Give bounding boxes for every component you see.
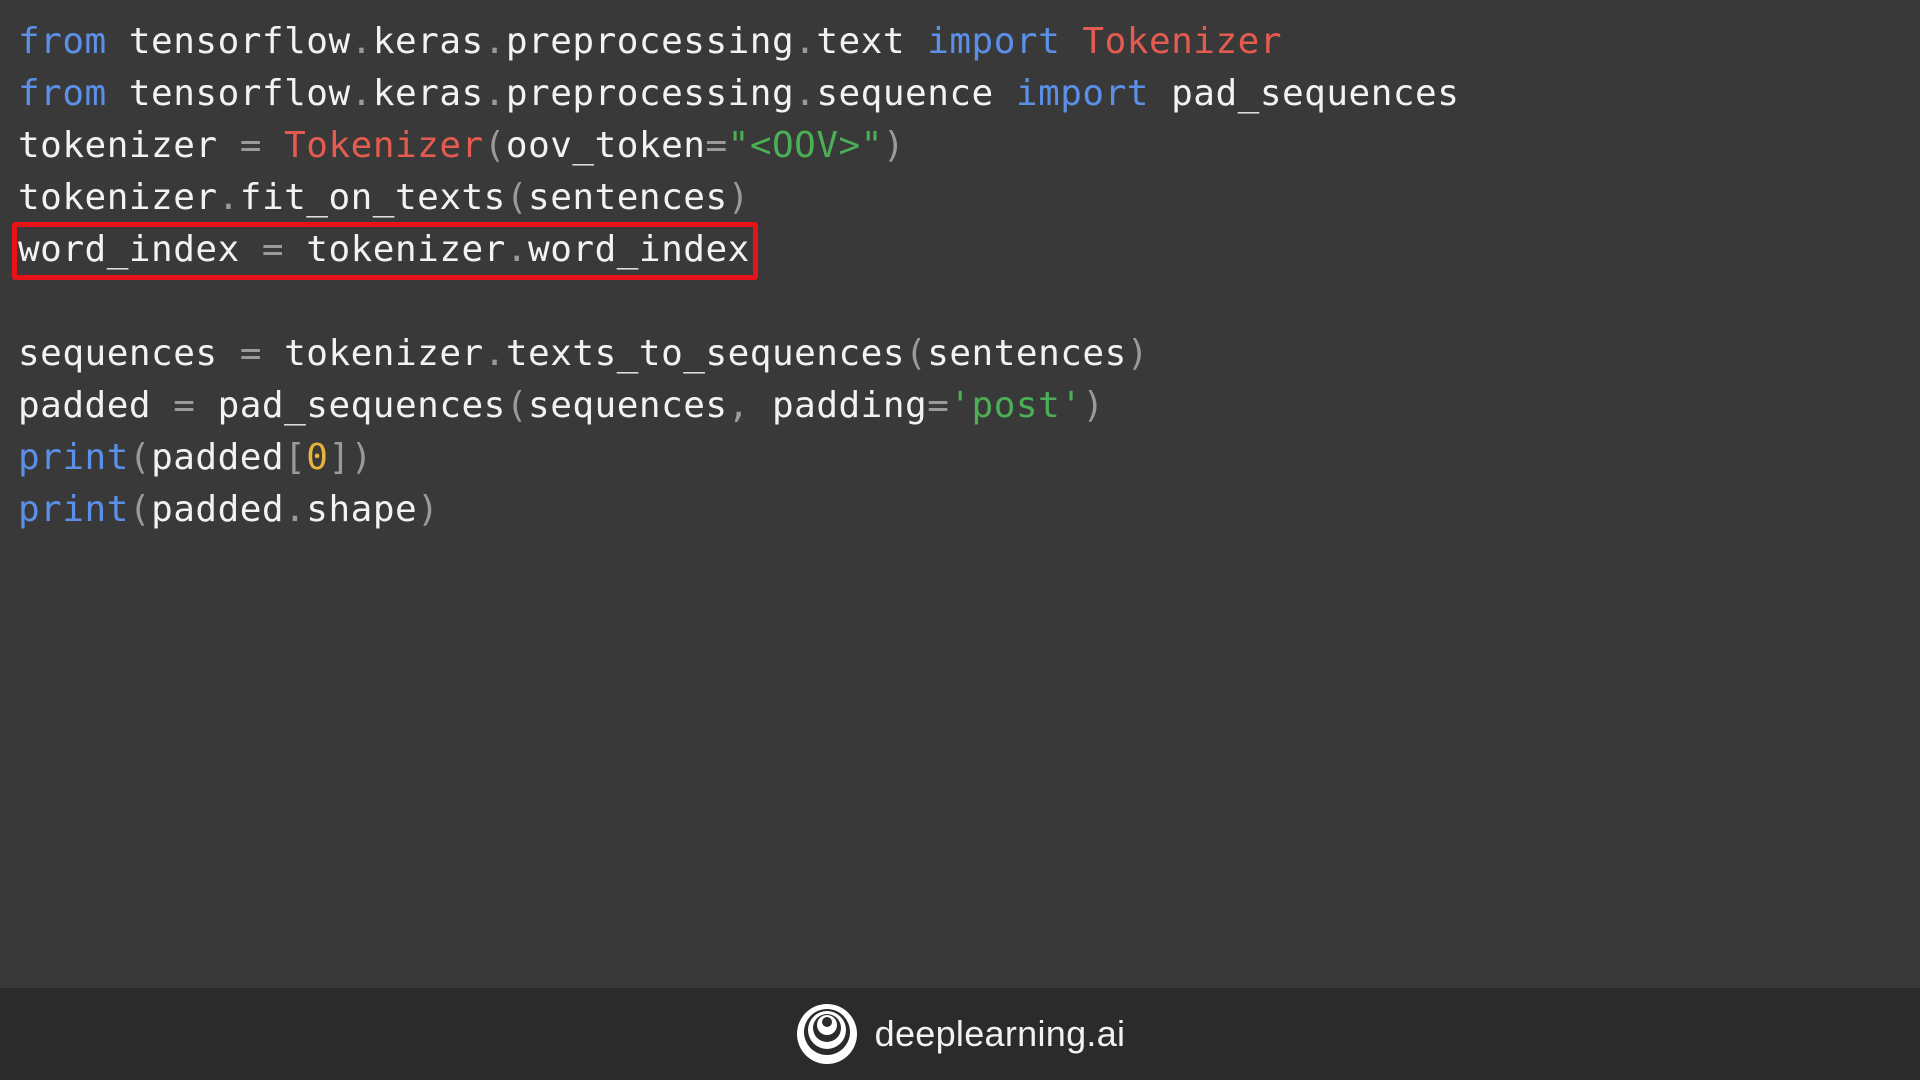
code-token-default: tokenizer <box>261 333 484 374</box>
code-line: print(padded[0]) <box>18 432 1898 484</box>
code-token-default: tensorflow <box>106 21 351 62</box>
code-token-punct: . <box>794 21 817 62</box>
code-token-keyword: print <box>18 437 129 478</box>
code-token-class: Tokenizer <box>284 125 484 166</box>
code-token-string: "<OOV>" <box>727 125 883 166</box>
code-token-keyword: import <box>1015 73 1149 114</box>
code-token-default: padded <box>18 385 174 426</box>
code-token-default: padded <box>151 489 285 530</box>
code-token-punct: ( <box>505 177 529 218</box>
code-token-punct: . <box>350 21 373 62</box>
code-token-default <box>262 125 284 166</box>
code-token-punct: ( <box>128 489 152 530</box>
code-token-punct: ) <box>1126 333 1149 374</box>
code-token-keyword: import <box>927 21 1061 62</box>
code-line: from tensorflow.keras.preprocessing.text… <box>18 16 1898 68</box>
code-token-default: texts_to_sequences <box>505 333 906 374</box>
code-token-keyword: print <box>18 489 129 530</box>
code-block: from tensorflow.keras.preprocessing.text… <box>12 16 1898 536</box>
deeplearning-ai-logo-icon <box>796 1004 857 1064</box>
code-token-default: oov_token <box>505 125 706 166</box>
code-token-punct: , <box>727 385 750 426</box>
code-line: tokenizer.fit_on_texts(sentences) <box>18 172 1898 224</box>
code-token-default: sequences <box>528 385 728 426</box>
code-token-default: sequence <box>816 73 1016 114</box>
code-token-punct: [ <box>284 437 307 478</box>
code-token-punct: ( <box>483 125 506 166</box>
brand-name: deeplearning.ai <box>874 1013 1126 1054</box>
code-token-punct: ) <box>727 177 750 218</box>
code-token-punct: = <box>239 333 262 374</box>
code-token-default: padded <box>151 437 285 478</box>
code-token-default: tensorflow <box>106 73 351 114</box>
code-token-punct: = <box>239 125 262 166</box>
code-token-punct: ]) <box>328 437 373 478</box>
code-token-punct: ) <box>1082 385 1105 426</box>
code-token-punct: ) <box>417 489 440 530</box>
code-token-default: fit_on_texts <box>239 177 506 218</box>
code-token-punct: ( <box>905 333 928 374</box>
code-token-punct: . <box>217 177 240 218</box>
code-token-default: pad_sequences <box>1148 73 1460 114</box>
code-token-default: padding <box>749 385 928 426</box>
code-token-class: Tokenizer <box>1060 21 1282 62</box>
code-token-punct: ( <box>128 437 152 478</box>
code-token-punct: ) <box>882 125 906 166</box>
code-token-default: tokenizer <box>18 125 240 166</box>
code-token-number: 0 <box>306 437 329 478</box>
code-line: sequences = tokenizer.texts_to_sequences… <box>18 328 1898 380</box>
code-token-punct: = <box>927 385 950 426</box>
code-token-default: keras <box>372 21 484 62</box>
code-token-keyword: from <box>18 21 107 62</box>
brand: deeplearning.ai <box>795 1002 1126 1066</box>
code-line: from tensorflow.keras.preprocessing.sequ… <box>18 68 1898 120</box>
code-token-string: 'post' <box>949 385 1083 426</box>
code-token-punct: ( <box>505 385 529 426</box>
code-token-punct: = <box>705 125 728 166</box>
code-token-punct: . <box>483 21 506 62</box>
code-token-punct: . <box>284 489 307 530</box>
code-token-default: sentences <box>927 333 1127 374</box>
code-token-default: text <box>816 21 928 62</box>
highlight-box <box>12 222 758 280</box>
code-token-punct: . <box>794 73 817 114</box>
code-token-default: tokenizer <box>18 177 218 218</box>
code-token-default: pad_sequences <box>195 385 506 426</box>
code-line: word_index = tokenizer.word_index <box>12 222 1898 280</box>
code-token-default: shape <box>306 489 418 530</box>
code-token-default: keras <box>372 73 484 114</box>
code-token-punct: . <box>350 73 373 114</box>
code-token-punct: . <box>483 73 506 114</box>
code-token-default: sentences <box>528 177 728 218</box>
code-line: tokenizer = Tokenizer(oov_token="<OOV>") <box>18 120 1898 172</box>
code-token-default: sequences <box>18 333 240 374</box>
code-line: padded = pad_sequences(sequences, paddin… <box>18 380 1898 432</box>
code-token-punct: = <box>173 385 196 426</box>
code-token-default: preprocessing <box>505 21 795 62</box>
code-token-punct: . <box>483 333 506 374</box>
slide: from tensorflow.keras.preprocessing.text… <box>0 0 1920 1080</box>
code-token-keyword: from <box>18 73 107 114</box>
footer-bar: deeplearning.ai <box>0 988 1920 1080</box>
code-line: print(padded.shape) <box>18 484 1898 536</box>
code-token-default: preprocessing <box>505 73 795 114</box>
